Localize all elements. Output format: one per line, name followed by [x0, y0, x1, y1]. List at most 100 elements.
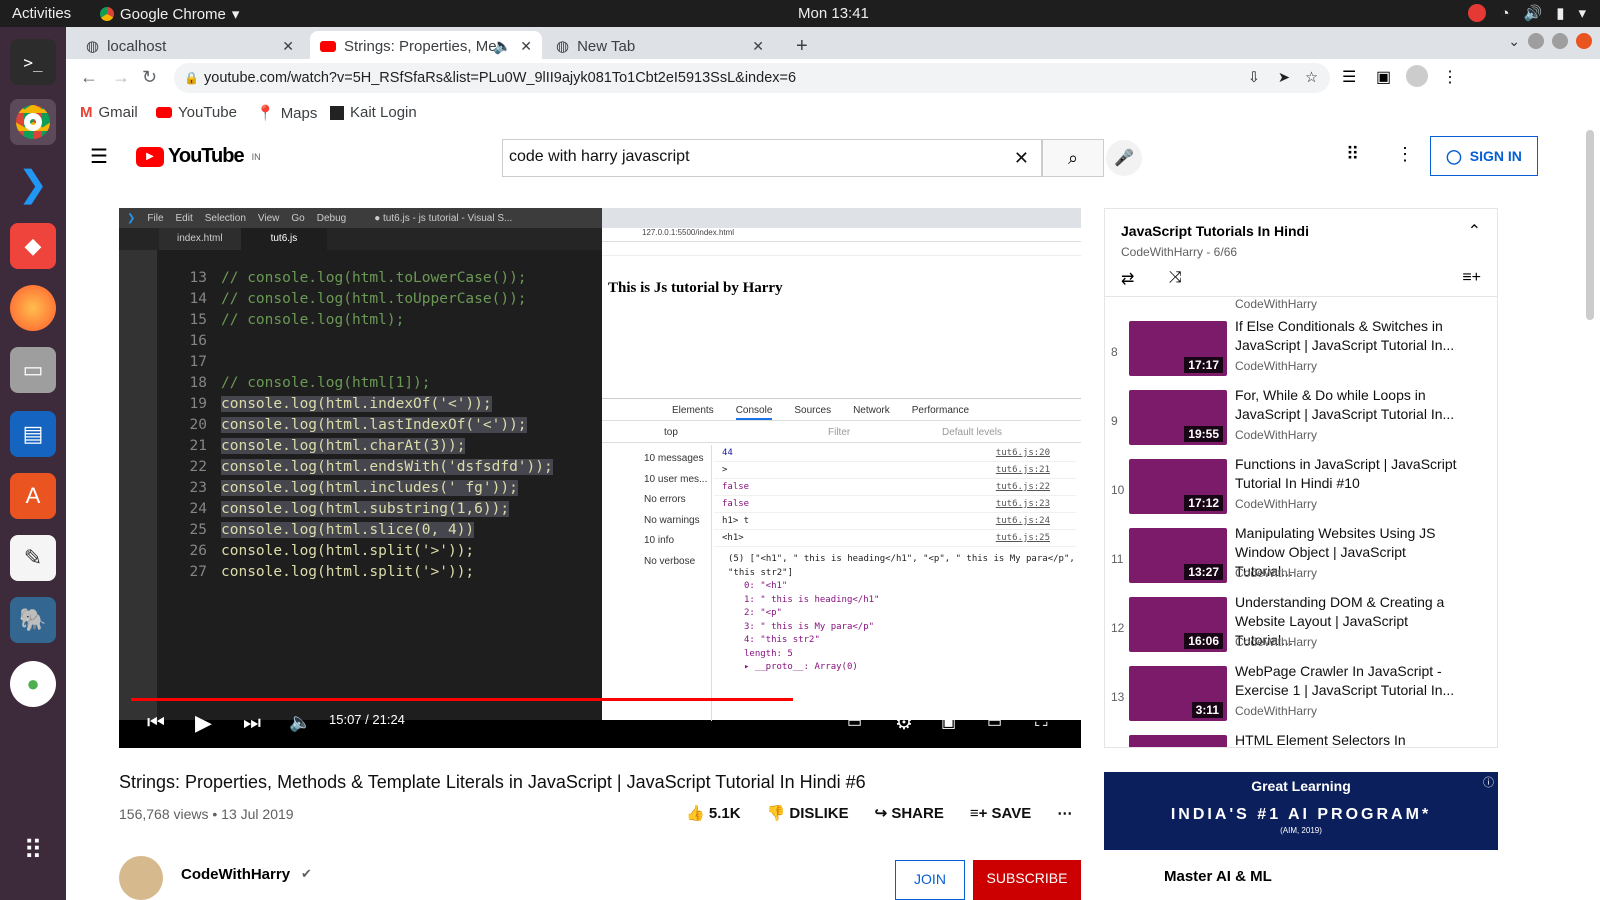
- source-link[interactable]: tut6.js:20: [996, 445, 1050, 462]
- close-icon[interactable]: ✕: [520, 38, 532, 55]
- page-scrollbar[interactable]: [1586, 130, 1594, 320]
- collapse-icon[interactable]: ⌃: [1468, 221, 1481, 241]
- new-tab-button[interactable]: +: [786, 31, 818, 61]
- tab-new-tab[interactable]: ◍ New Tab ✕: [546, 31, 774, 61]
- save-button[interactable]: ≡+ SAVE: [970, 805, 1031, 822]
- close-icon[interactable]: ✕: [752, 38, 764, 55]
- firefox-icon[interactable]: [10, 285, 56, 331]
- dislike-button[interactable]: 👎 DISLIKE: [767, 804, 849, 822]
- tab-search-icon[interactable]: ⌄: [1508, 33, 1520, 50]
- ad-banner[interactable]: Great Learning INDIA'S #1 AI PROGRAM* (A…: [1104, 772, 1498, 850]
- tab-youtube[interactable]: Strings: Properties, Me 🔈 ✕: [310, 31, 542, 61]
- ad-next-title[interactable]: Master AI & ML: [1164, 868, 1272, 885]
- join-button[interactable]: JOIN: [895, 860, 965, 900]
- video-thumbnail[interactable]: 3:11: [1129, 666, 1227, 721]
- playlist-item[interactable]: 13 3:11 WebPage Crawler In JavaScript - Ex…: [1105, 662, 1485, 730]
- ad-info-icon[interactable]: ⓘ: [1483, 774, 1494, 790]
- tab-localhost[interactable]: ◍ localhost ✕: [76, 31, 304, 61]
- video-thumbnail[interactable]: 17:12: [1129, 459, 1227, 514]
- reading-list-icon[interactable]: ☰: [1342, 67, 1356, 87]
- playlist-item[interactable]: 10 17:12 Functions in JavaScript | JavaScr…: [1105, 455, 1485, 523]
- video-thumbnail[interactable]: 19:55: [1129, 390, 1227, 445]
- fullscreen-icon[interactable]: ⛶: [1035, 710, 1048, 731]
- playlist-item[interactable]: HTML Element Selectors In: [1105, 731, 1485, 747]
- video-player[interactable]: ❯ File Edit Selection View Go Debug ● tut6.js…: [119, 208, 1081, 748]
- text-editor-icon[interactable]: ✎: [10, 535, 56, 581]
- source-link[interactable]: tut6.js:24: [996, 513, 1050, 530]
- back-icon[interactable]: ←: [80, 67, 98, 88]
- side-panel-icon[interactable]: ▣: [1376, 67, 1391, 87]
- video-thumbnail[interactable]: [1129, 735, 1227, 747]
- more-actions-icon[interactable]: ⋯: [1057, 804, 1072, 822]
- next-icon[interactable]: ⏭: [243, 712, 261, 735]
- save-playlist-icon[interactable]: ≡+: [1462, 269, 1481, 287]
- channel-avatar[interactable]: [119, 856, 163, 900]
- terminal-icon[interactable]: >_: [10, 39, 56, 85]
- settings-icon[interactable]: ⚙: [895, 710, 913, 735]
- clock[interactable]: Mon 13:41: [798, 5, 869, 22]
- system-tray[interactable]: ◔ 🔊 ▮ ▾: [1468, 4, 1586, 22]
- source-link[interactable]: tut6.js:23: [996, 496, 1050, 513]
- star-icon[interactable]: ☆: [1305, 63, 1318, 93]
- search-input[interactable]: code with harry javascript ✕: [502, 139, 1042, 177]
- send-icon[interactable]: ➤: [1278, 63, 1290, 93]
- console-filter-item[interactable]: No verbose: [644, 552, 711, 573]
- sign-in-button[interactable]: ◯ SIGN IN: [1430, 136, 1538, 176]
- profile-icon[interactable]: [1406, 65, 1428, 87]
- channel-name[interactable]: CodeWithHarry: [181, 866, 290, 883]
- activities-button[interactable]: Activities: [12, 5, 71, 22]
- bookmark-kait-login[interactable]: Kait Login: [330, 104, 417, 121]
- like-button[interactable]: 👍 5.1K: [686, 804, 741, 822]
- playlist-item[interactable]: 9 19:55 For, While & Do while Loops in Jav…: [1105, 386, 1485, 454]
- chrome-icon[interactable]: [10, 99, 56, 145]
- source-link[interactable]: tut6.js:25: [996, 530, 1050, 547]
- console-filter-item[interactable]: 10 info: [644, 531, 711, 552]
- playlist-item[interactable]: 8 17:17 If Else Conditionals & Switches in…: [1105, 317, 1485, 385]
- video-thumbnail[interactable]: 13:27: [1129, 528, 1227, 583]
- address-bar[interactable]: 🔒 youtube.com/watch?v=5H_RSfSfaRs&list=PL…: [174, 63, 1330, 93]
- play-icon[interactable]: ▶: [195, 710, 212, 736]
- search-button[interactable]: ⌕: [1042, 139, 1104, 177]
- shuffle-icon[interactable]: ⤨: [1169, 269, 1182, 287]
- miniplayer-icon[interactable]: ▣: [941, 712, 956, 732]
- apps-grid-icon[interactable]: ⠿: [1346, 144, 1359, 165]
- close-icon[interactable]: [1576, 33, 1592, 49]
- postgres-icon[interactable]: 🐘: [10, 597, 56, 643]
- bookmark-maps[interactable]: 📍 Maps: [256, 104, 317, 123]
- bookmark-gmail[interactable]: M Gmail: [80, 104, 138, 121]
- theater-mode-icon[interactable]: ▭: [987, 712, 1002, 732]
- playlist-item[interactable]: 12 16:06 Understanding DOM & Creating a We…: [1105, 593, 1485, 661]
- source-link[interactable]: tut6.js:21: [996, 462, 1050, 479]
- previous-icon[interactable]: ⏮: [147, 712, 165, 735]
- source-link[interactable]: tut6.js:22: [996, 479, 1050, 496]
- app-menu[interactable]: Google Chrome ▾: [100, 5, 239, 23]
- bookmark-youtube[interactable]: YouTube: [156, 104, 237, 121]
- video-thumbnail[interactable]: 17:17: [1129, 321, 1227, 376]
- console-filter-item[interactable]: 10 user mes...: [644, 470, 711, 491]
- anydesk-icon[interactable]: ◆: [10, 223, 56, 269]
- subscribe-button[interactable]: SUBSCRIBE: [973, 860, 1081, 900]
- reload-icon[interactable]: ↻: [142, 67, 157, 88]
- install-icon[interactable]: ⇩: [1248, 63, 1260, 93]
- hamburger-icon[interactable]: ☰: [90, 144, 108, 169]
- youtube-logo[interactable]: ▶ YouTube IN: [136, 145, 261, 168]
- forward-icon[interactable]: →: [112, 67, 130, 88]
- clear-search-icon[interactable]: ✕: [1014, 148, 1029, 169]
- playlist-title[interactable]: JavaScript Tutorials In Hindi: [1121, 223, 1309, 239]
- microphone-icon[interactable]: 🎤: [1106, 140, 1142, 176]
- loop-icon[interactable]: ⇄: [1121, 269, 1134, 289]
- console-filter-item[interactable]: 10 messages: [644, 449, 711, 470]
- video-thumbnail[interactable]: 16:06: [1129, 597, 1227, 652]
- minimize-icon[interactable]: [1528, 33, 1544, 49]
- maximize-icon[interactable]: [1552, 33, 1568, 49]
- console-filter-item[interactable]: No errors: [644, 490, 711, 511]
- subtitles-icon[interactable]: ▭: [847, 712, 862, 732]
- settings-menu-icon[interactable]: ⋮: [1396, 144, 1414, 165]
- console-filter-item[interactable]: No warnings: [644, 511, 711, 532]
- playlist-item[interactable]: 11 13:27 Manipulating Websites Using JS Wi…: [1105, 524, 1485, 592]
- share-button[interactable]: ↪ SHARE: [875, 804, 944, 822]
- document-viewer-icon[interactable]: ▤: [10, 411, 56, 457]
- app-grid-icon[interactable]: ⠿: [10, 827, 56, 873]
- console-array-line[interactable]: (5) ["<h1", " this is heading</h1", "<p"…: [714, 553, 1076, 580]
- software-center-icon[interactable]: A: [10, 473, 56, 519]
